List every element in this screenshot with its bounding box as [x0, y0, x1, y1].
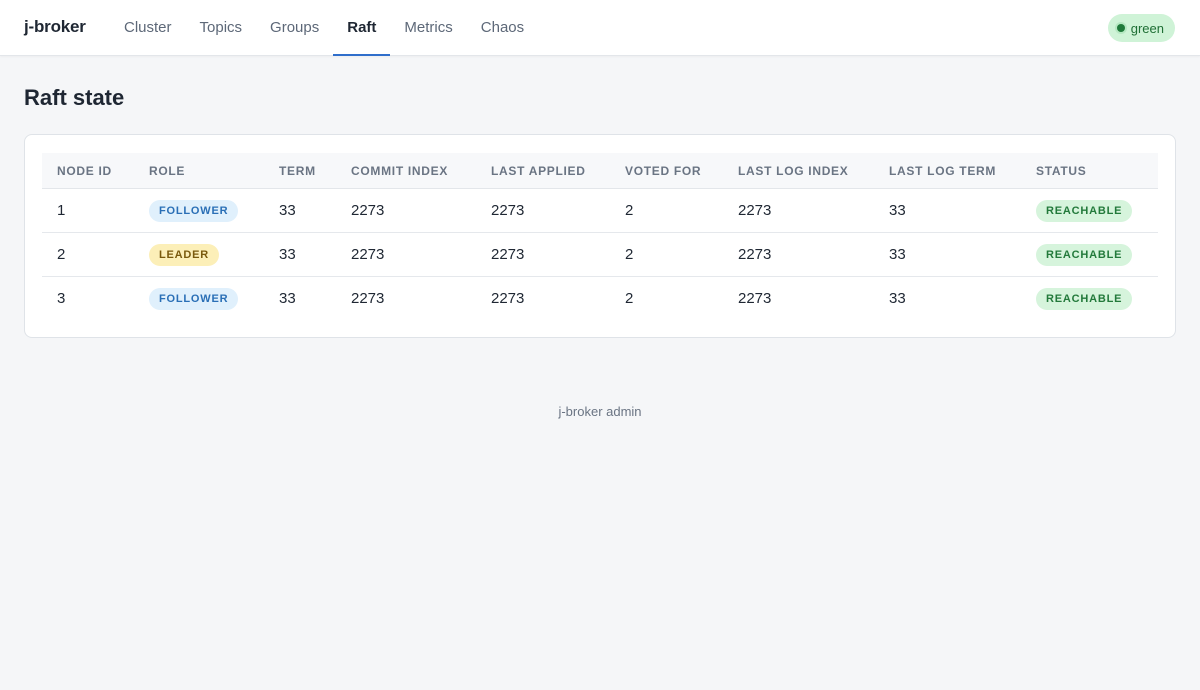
nav-tab-metrics[interactable]: Metrics	[390, 0, 466, 55]
column-header-node-id: NODE ID	[42, 153, 134, 189]
table-row: 3 FOLLOWER 33 2273 2273 2 2273 33 REACHA…	[42, 277, 1158, 321]
nav-tab-chaos[interactable]: Chaos	[467, 0, 538, 55]
cell-term: 33	[264, 232, 336, 277]
cell-node-id: 2	[42, 232, 134, 277]
nav-tab-groups[interactable]: Groups	[256, 0, 333, 55]
page-title: Raft state	[24, 85, 125, 110]
raft-state-card: NODE ID ROLE TERM COMMIT INDEX LAST APPL…	[24, 134, 1176, 338]
cell-status: REACHABLE	[1021, 277, 1158, 321]
cell-last-log-term: 33	[889, 290, 906, 307]
column-header-last-log-term: LAST LOG TERM	[874, 153, 1021, 189]
raft-state-table: NODE ID ROLE TERM COMMIT INDEX LAST APPL…	[42, 153, 1158, 320]
table-row: 1 FOLLOWER 33 2273 2273 2 2273 33 REACHA…	[42, 188, 1158, 233]
cell-role: FOLLOWER	[134, 277, 264, 321]
cell-role: LEADER	[134, 232, 264, 277]
role-badge-follower: FOLLOWER	[149, 199, 239, 222]
status-badge-reachable: REACHABLE	[1036, 199, 1133, 222]
cell-node-id: 1	[42, 188, 134, 233]
cell-last-log-index: 2273	[723, 232, 874, 277]
cell-last-applied: 2273	[476, 232, 610, 277]
cell-status: REACHABLE	[1021, 232, 1158, 277]
column-header-last-applied: LAST APPLIED	[476, 153, 610, 189]
column-header-commit-index: COMMIT INDEX	[336, 153, 476, 189]
cell-term: 33	[264, 188, 336, 233]
table-header-row: NODE ID ROLE TERM COMMIT INDEX LAST APPL…	[42, 153, 1158, 189]
cell-commit-index: 2273	[336, 188, 476, 233]
cell-last-log-term: 33	[874, 232, 1021, 277]
column-header-status: STATUS	[1021, 153, 1158, 189]
main-nav: Cluster Topics Groups Raft Metrics Chaos	[110, 0, 538, 56]
cell-last-applied: 2273	[491, 290, 525, 307]
nav-tab-topics[interactable]: Topics	[186, 0, 257, 55]
cell-voted-for: 2	[625, 290, 634, 307]
cluster-health-badge: green	[1107, 14, 1175, 42]
status-dot-icon	[1116, 24, 1125, 32]
column-header-term: TERM	[264, 153, 336, 189]
cell-commit-index: 2273	[351, 290, 385, 307]
cell-last-log-index: 2273	[738, 290, 772, 307]
cell-role: FOLLOWER	[134, 188, 264, 233]
status-badge-reachable: REACHABLE	[1036, 243, 1133, 266]
role-badge-leader: LEADER	[149, 243, 220, 266]
cell-last-log-index: 2273	[723, 188, 874, 233]
cell-last-log-term: 33	[874, 188, 1021, 233]
top-navigation-bar: j-broker Cluster Topics Groups Raft Metr…	[0, 0, 1200, 56]
status-badge-reachable: REACHABLE	[1036, 287, 1133, 310]
cell-term: 33	[279, 290, 296, 307]
column-header-voted-for: VOTED FOR	[610, 153, 723, 189]
brand-logo[interactable]: j-broker	[24, 17, 86, 37]
page-footer: j-broker admin	[558, 404, 642, 419]
cell-voted-for: 2	[610, 188, 723, 233]
cell-commit-index: 2273	[336, 232, 476, 277]
cell-voted-for: 2	[610, 232, 723, 277]
role-badge-follower: FOLLOWER	[149, 287, 239, 310]
table-row: 2 LEADER 33 2273 2273 2 2273 33 REACHABL…	[42, 232, 1158, 277]
cluster-health-label: green	[1130, 20, 1164, 36]
column-header-last-log-index: LAST LOG INDEX	[723, 153, 874, 189]
column-header-role: ROLE	[134, 153, 264, 189]
cell-node-id: 3	[57, 290, 66, 307]
cell-last-applied: 2273	[476, 188, 610, 233]
nav-tab-cluster[interactable]: Cluster	[110, 0, 186, 55]
nav-tab-raft[interactable]: Raft	[333, 0, 391, 56]
cell-status: REACHABLE	[1021, 188, 1158, 233]
